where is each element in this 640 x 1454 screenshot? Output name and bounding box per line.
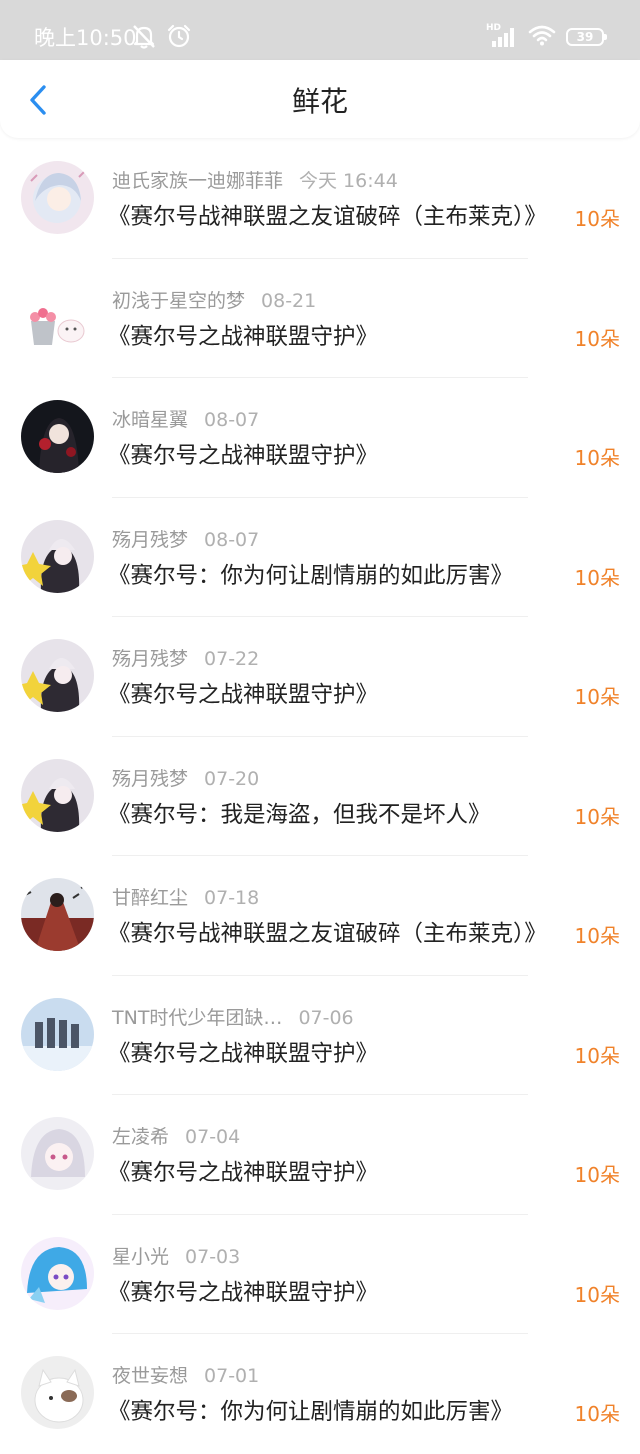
user-name[interactable]: 冰暗星翼 xyxy=(112,409,188,431)
list-item[interactable]: 甘醉红尘 07-18 《赛尔号战神联盟之友谊破碎（主布莱克）》 10朵 xyxy=(0,856,640,976)
item-meta: 左凌希 07-04 xyxy=(112,1125,240,1149)
avatar[interactable] xyxy=(21,639,94,712)
battery-icon: 39 xyxy=(566,28,607,46)
flower-count: 10朵 xyxy=(574,207,620,231)
user-name[interactable]: TNT时代少年团缺… xyxy=(112,1007,282,1029)
item-date: 07-22 xyxy=(204,648,260,670)
item-title[interactable]: 《赛尔号：你为何让剧情崩的如此厉害》 xyxy=(108,1396,513,1428)
item-title[interactable]: 《赛尔号之战神联盟守护》 xyxy=(108,1277,378,1309)
item-title[interactable]: 《赛尔号战神联盟之友谊破碎（主布莱克）》 xyxy=(108,201,547,233)
alarm-icon xyxy=(166,23,192,53)
item-meta: 夜世妄想 07-01 xyxy=(112,1364,259,1388)
status-icons-left xyxy=(130,24,192,52)
bell-off-icon xyxy=(130,23,158,53)
item-date: 07-18 xyxy=(204,887,260,909)
avatar[interactable] xyxy=(21,1117,94,1190)
item-date: 08-21 xyxy=(261,289,317,312)
item-meta: TNT时代少年团缺… 07-06 xyxy=(112,1006,354,1030)
user-name[interactable]: 初浅于星空的梦 xyxy=(112,290,245,312)
item-meta: 甘醉红尘 07-18 xyxy=(112,886,259,910)
item-title[interactable]: 《赛尔号之战神联盟守护》 xyxy=(108,1038,378,1070)
avatar[interactable] xyxy=(21,758,94,832)
user-name[interactable]: 殇月残梦 xyxy=(112,768,188,790)
user-name[interactable]: 甘醉红尘 xyxy=(112,887,188,909)
signal-icon: HD xyxy=(486,23,518,49)
flower-count: 10朵 xyxy=(574,1163,620,1187)
item-meta: 冰暗星翼 08-07 xyxy=(112,408,259,432)
list-item[interactable]: 殇月残梦 08-07 《赛尔号：你为何让剧情崩的如此厉害》 10朵 xyxy=(0,498,640,617)
flower-count: 10朵 xyxy=(574,685,620,709)
item-title[interactable]: 《赛尔号之战神联盟守护》 xyxy=(108,679,378,711)
avatar[interactable] xyxy=(21,997,94,1071)
list-item[interactable]: 殇月残梦 07-22 《赛尔号之战神联盟守护》 10朵 xyxy=(0,617,640,737)
user-name[interactable]: 殇月残梦 xyxy=(112,648,188,670)
flower-count: 10朵 xyxy=(574,565,620,590)
list-item[interactable]: 初浅于星空的梦 08-21 《赛尔号之战神联盟守护》 10朵 xyxy=(0,259,640,378)
flower-count: 10朵 xyxy=(574,326,620,351)
list-item[interactable]: 夜世妄想 07-01 《赛尔号：你为何让剧情崩的如此厉害》 10朵 xyxy=(0,1334,640,1454)
list-item[interactable]: 星小光 07-03 《赛尔号之战神联盟守护》 10朵 xyxy=(0,1215,640,1334)
flower-count: 10朵 xyxy=(574,1282,620,1307)
avatar[interactable] xyxy=(21,400,94,473)
status-time: 晚上10:50 xyxy=(34,26,137,50)
avatar[interactable] xyxy=(21,1356,94,1429)
item-date: 08-07 xyxy=(204,528,260,551)
avatar[interactable] xyxy=(21,161,94,234)
user-name[interactable]: 迪氏家族一迪娜菲菲 xyxy=(112,170,283,192)
flower-count: 10朵 xyxy=(574,1043,620,1068)
list-item[interactable]: TNT时代少年团缺… 07-06 《赛尔号之战神联盟守护》 10朵 xyxy=(0,976,640,1095)
item-date: 07-20 xyxy=(204,767,260,790)
item-meta: 殇月残梦 08-07 xyxy=(112,528,259,552)
item-title[interactable]: 《赛尔号：我是海盗，但我不是坏人》 xyxy=(108,799,491,831)
list-item[interactable]: 迪氏家族一迪娜菲菲 今天 16:44 《赛尔号战神联盟之友谊破碎（主布莱克）》 1… xyxy=(0,139,640,259)
avatar[interactable] xyxy=(21,878,94,951)
user-name[interactable]: 左凌希 xyxy=(112,1126,169,1148)
list-item[interactable]: 殇月残梦 07-20 《赛尔号：我是海盗，但我不是坏人》 10朵 xyxy=(0,737,640,856)
item-meta: 殇月残梦 07-20 xyxy=(112,767,259,791)
header: 鲜花 xyxy=(0,60,640,138)
item-date: 今天 16:44 xyxy=(299,170,398,192)
page-title: 鲜花 xyxy=(291,85,348,118)
flower-count: 10朵 xyxy=(574,804,620,829)
item-title[interactable]: 《赛尔号：你为何让剧情崩的如此厉害》 xyxy=(108,560,513,592)
battery-level: 39 xyxy=(576,30,594,44)
avatar[interactable] xyxy=(21,519,94,593)
item-title[interactable]: 《赛尔号战神联盟之友谊破碎（主布莱克）》 xyxy=(108,918,547,950)
flower-count: 10朵 xyxy=(574,446,620,470)
item-date: 07-06 xyxy=(298,1006,354,1029)
item-date: 07-04 xyxy=(185,1126,241,1148)
flower-count: 10朵 xyxy=(574,924,620,948)
avatar[interactable] xyxy=(21,1236,94,1310)
user-name[interactable]: 夜世妄想 xyxy=(112,1365,188,1387)
flower-count: 10朵 xyxy=(574,1402,620,1426)
flower-list: 迪氏家族一迪娜菲菲 今天 16:44 《赛尔号战神联盟之友谊破碎（主布莱克）》 1… xyxy=(0,139,640,1454)
item-title[interactable]: 《赛尔号之战神联盟守护》 xyxy=(108,1157,378,1189)
item-meta: 初浅于星空的梦 08-21 xyxy=(112,289,316,313)
item-title[interactable]: 《赛尔号之战神联盟守护》 xyxy=(108,440,378,472)
wifi-icon xyxy=(528,24,556,50)
item-title[interactable]: 《赛尔号之战神联盟守护》 xyxy=(108,321,378,353)
item-date: 07-01 xyxy=(204,1365,260,1387)
status-bar: 晚上10:50 HD 39 xyxy=(0,0,640,60)
list-item[interactable]: 左凌希 07-04 《赛尔号之战神联盟守护》 10朵 xyxy=(0,1095,640,1215)
user-name[interactable]: 星小光 xyxy=(112,1246,169,1268)
item-meta: 殇月残梦 07-22 xyxy=(112,647,259,671)
avatar[interactable] xyxy=(21,280,94,354)
item-date: 08-07 xyxy=(204,409,260,431)
item-date: 07-03 xyxy=(185,1245,241,1268)
status-icons-right: HD 39 xyxy=(486,22,607,52)
item-meta: 星小光 07-03 xyxy=(112,1245,240,1269)
list-item[interactable]: 冰暗星翼 08-07 《赛尔号之战神联盟守护》 10朵 xyxy=(0,378,640,498)
item-meta: 迪氏家族一迪娜菲菲 今天 16:44 xyxy=(112,169,398,193)
user-name[interactable]: 殇月残梦 xyxy=(112,529,188,551)
